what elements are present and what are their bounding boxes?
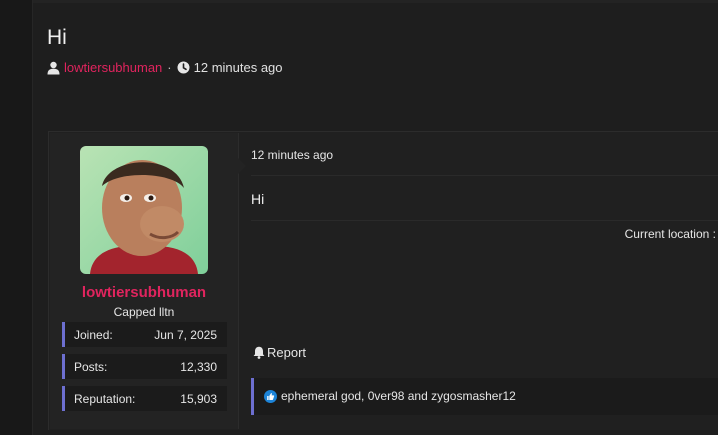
stat-value: 15,903 (180, 392, 217, 406)
divider (251, 220, 718, 221)
report-label: Report (267, 345, 307, 360)
stat-value[interactable]: 12,330 (180, 360, 217, 374)
divider (251, 175, 718, 176)
stat-value: Jun 7, 2025 (154, 328, 217, 342)
thread-time[interactable]: 12 minutes ago (194, 60, 283, 75)
stat-posts: Posts: 12,330 (62, 354, 227, 379)
left-sidebar (0, 0, 32, 435)
likes-list[interactable]: ephemeral god, 0ver98 and zygosmasher12 (281, 389, 516, 403)
post-user-panel: lowtiersubhuman Capped lltn Joined: Jun … (50, 133, 239, 429)
bell-icon (253, 346, 265, 359)
meta-separator: · (167, 60, 172, 75)
stat-reputation: Reputation: 15,903 (62, 386, 227, 411)
clock-icon (177, 61, 190, 74)
stat-joined: Joined: Jun 7, 2025 (62, 322, 227, 347)
thumbs-up-icon (264, 389, 277, 403)
stat-label: Reputation: (74, 392, 136, 406)
likes-bar: ephemeral god, 0ver98 and zygosmasher12 (251, 378, 718, 415)
post-container: lowtiersubhuman Capped lltn Joined: Jun … (48, 131, 718, 430)
stat-label: Posts: (74, 360, 108, 374)
user-title: Capped lltn (113, 305, 175, 319)
report-button[interactable]: Report (253, 345, 306, 360)
thread-title: Hi (47, 26, 67, 49)
post-time[interactable]: 12 minutes ago (251, 148, 333, 162)
current-location-label: Current location : (624, 227, 716, 241)
top-divider (33, 0, 718, 3)
post-content: 12 minutes ago Hi Current location : Rep… (239, 132, 718, 430)
post-username[interactable]: lowtiersubhuman (50, 284, 238, 301)
user-icon (47, 61, 60, 75)
thread-author-link[interactable]: lowtiersubhuman (64, 60, 162, 75)
avatar[interactable] (80, 146, 208, 274)
post-body: Hi (251, 191, 265, 207)
stat-label: Joined: (74, 328, 113, 342)
thread-meta: lowtiersubhuman · 12 minutes ago (47, 60, 283, 75)
